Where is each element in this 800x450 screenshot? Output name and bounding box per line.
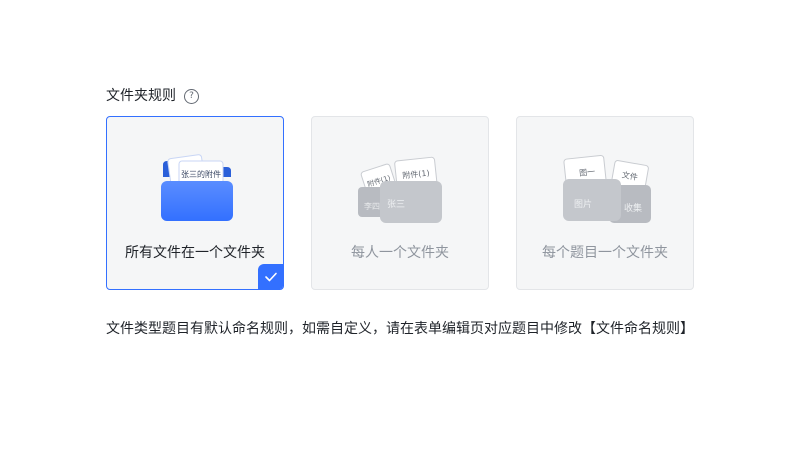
blue-folder-icon: 张三的附件 — [161, 154, 233, 221]
folder-label: 张三 — [387, 199, 405, 210]
option-all-in-one-folder[interactable]: 张三的附件 所有文件在一个文件夹 — [106, 116, 284, 290]
folder-rule-description: 文件类型题目有默认命名规则，如需自定义，请在表单编辑页对应题目中修改【文件命名规… — [106, 321, 694, 337]
question-circle-icon[interactable]: ? — [184, 88, 199, 104]
option-label: 所有文件在一个文件夹 — [125, 245, 265, 261]
gray-folders-icon: 图一 文件 收集 图片 — [563, 154, 651, 223]
check-icon — [265, 272, 277, 282]
section-title-text: 文件夹规则 — [106, 88, 176, 104]
paper-label: 张三的附件 — [181, 169, 221, 179]
option-folder-per-person[interactable]: 附件(1) 李四 附件(1) 张三 每人一个文件夹 — [311, 116, 489, 290]
option-folder-per-question[interactable]: 图一 文件 收集 图片 每个题目一个文件夹 — [516, 116, 694, 290]
folder-rule-heading: 文件夹规则 ? — [106, 86, 199, 106]
option-label: 每个题目一个文件夹 — [542, 245, 668, 261]
gray-folders-icon: 附件(1) 李四 附件(1) 张三 — [358, 156, 442, 223]
folder-label: 图片 — [574, 198, 592, 210]
selected-check-badge — [258, 264, 283, 289]
folder-label: 李四 — [364, 201, 380, 211]
folder-label: 收集 — [624, 202, 642, 214]
option-label: 每人一个文件夹 — [351, 245, 449, 261]
paper-label: 图一 — [579, 167, 596, 178]
